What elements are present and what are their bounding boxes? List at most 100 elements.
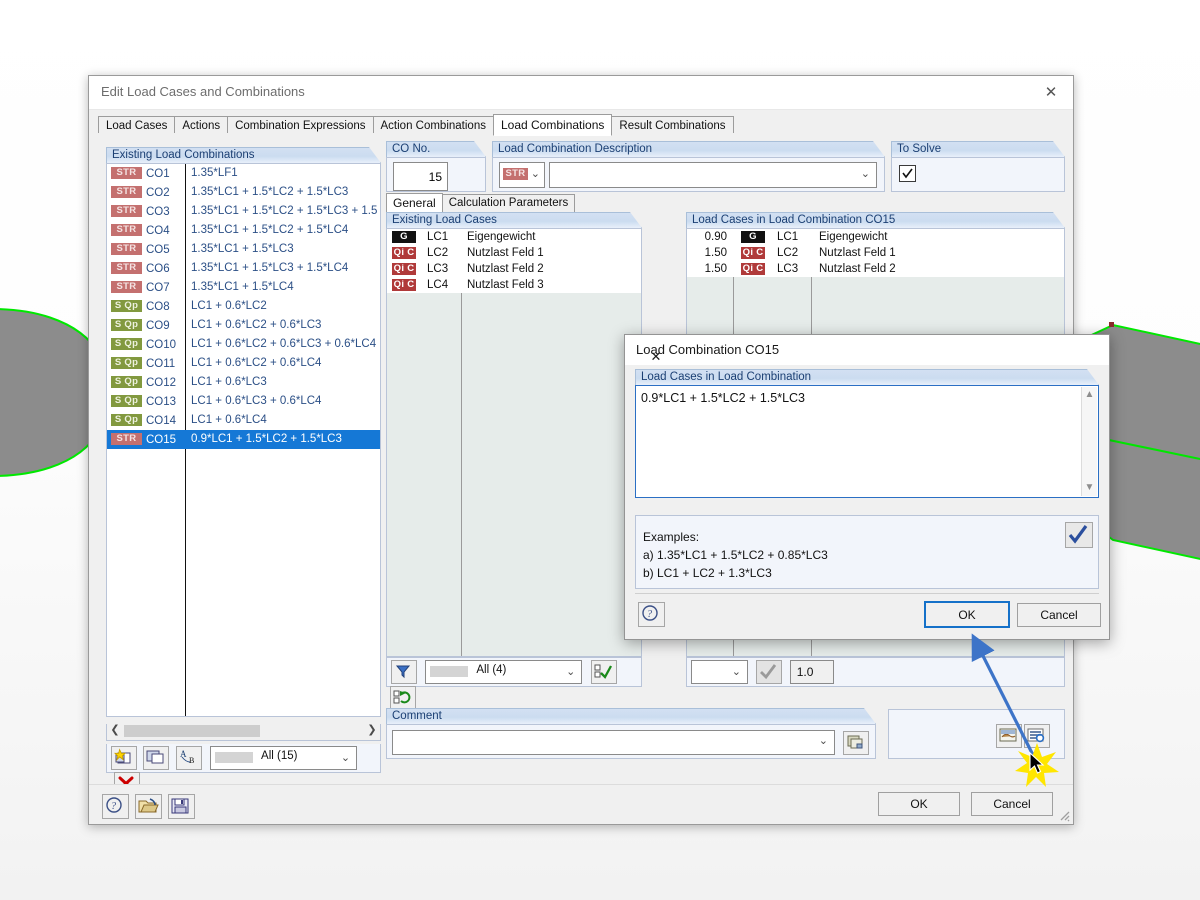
load-combinations-list[interactable]: STRCO11.35*LF1STRCO21.35*LC1 + 1.5*LC2 +…	[106, 163, 381, 717]
save-icon[interactable]	[168, 794, 195, 819]
combination-expression: LC1 + 0.6*LC3	[191, 373, 267, 392]
load-combination-row[interactable]: STRCO41.35*LC1 + 1.5*LC2 + 1.5*LC4	[107, 221, 380, 240]
chevron-down-icon[interactable]: ▼	[1082, 481, 1097, 495]
load-case-row[interactable]: Qi CLC3Nutzlast Feld 2	[387, 261, 641, 277]
ok-button[interactable]: OK	[878, 792, 960, 816]
new-combination-icon[interactable]	[111, 746, 137, 770]
modal-cancel-button[interactable]: Cancel	[1017, 603, 1101, 627]
load-combination-row[interactable]: S QpCO13LC1 + 0.6*LC3 + 0.6*LC4	[107, 392, 380, 411]
factor-value[interactable]: 1.0	[790, 660, 834, 684]
apply-check-icon[interactable]	[1065, 522, 1093, 548]
load-combination-row[interactable]: STRCO150.9*LC1 + 1.5*LC2 + 1.5*LC3	[107, 430, 380, 449]
chevron-down-icon[interactable]: ⌄	[341, 751, 350, 764]
load-combination-row[interactable]: S QpCO9LC1 + 0.6*LC2 + 0.6*LC3	[107, 316, 380, 335]
load-combination-row[interactable]: S QpCO14LC1 + 0.6*LC4	[107, 411, 380, 430]
load-case-name: LC2	[777, 245, 798, 261]
pick-comment-icon[interactable]	[843, 731, 869, 755]
load-combination-row[interactable]: STRCO31.35*LC1 + 1.5*LC2 + 1.5*LC3 + 1.5	[107, 202, 380, 221]
tab-general[interactable]: General	[386, 193, 443, 212]
load-case-row[interactable]: Qi CLC4Nutzlast Feld 3	[387, 277, 641, 293]
load-combination-row[interactable]: S QpCO8LC1 + 0.6*LC2	[107, 297, 380, 316]
load-case-description: Nutzlast Feld 2	[819, 261, 896, 277]
check-icon[interactable]	[756, 660, 782, 684]
hscrollbar-thumb[interactable]	[124, 725, 260, 737]
combination-filter-select[interactable]: All (15) ⌄	[210, 746, 357, 770]
examples-label: Examples:	[643, 530, 699, 544]
open-folder-icon[interactable]	[135, 794, 162, 819]
description-input[interactable]: ⌄	[549, 162, 877, 188]
design-situation-select[interactable]: STR ⌄	[499, 162, 545, 188]
cancel-button[interactable]: Cancel	[971, 792, 1053, 816]
chevron-down-icon[interactable]: ⌄	[566, 665, 575, 678]
load-case-row[interactable]: GLC1Eigengewicht	[387, 229, 641, 245]
close-icon[interactable]: ✕	[1029, 76, 1073, 108]
load-combination-row[interactable]: STRCO61.35*LC1 + 1.5*LC3 + 1.5*LC4	[107, 259, 380, 278]
expression-value: 0.9*LC1 + 1.5*LC2 + 1.5*LC3	[641, 391, 805, 405]
help-icon[interactable]: ?	[638, 602, 665, 627]
modal-ok-button[interactable]: OK	[924, 601, 1010, 628]
svg-text:B: B	[189, 756, 194, 765]
load-combinations-toolbar: AB All (15) ⌄	[106, 744, 381, 773]
combination-expression: 1.35*LC1 + 1.5*LC2 + 1.5*LC3 + 1.5	[191, 202, 377, 221]
rename-icon[interactable]: AB	[176, 746, 202, 770]
load-combination-row[interactable]: STRCO11.35*LF1	[107, 164, 380, 183]
window-footer: ? OK Cancel	[89, 784, 1073, 824]
combination-name: CO11	[146, 355, 175, 374]
combination-name: CO14	[146, 412, 176, 431]
chevron-down-icon[interactable]: ⌄	[531, 167, 540, 180]
combination-rule-select[interactable]: ⌄	[691, 660, 748, 684]
chevron-down-icon[interactable]: ⌄	[861, 167, 870, 180]
combination-expression: LC1 + 0.6*LC2 + 0.6*LC3	[191, 316, 321, 335]
combination-expression: 1.35*LC1 + 1.5*LC3	[191, 240, 294, 259]
modal-group-header: Load Cases in Load Combination	[635, 369, 1099, 385]
close-icon[interactable]: ✕	[636, 342, 676, 371]
window-title: Edit Load Cases and Combinations	[101, 84, 305, 99]
chevron-down-icon[interactable]: ⌄	[819, 734, 828, 747]
copy-combination-icon[interactable]	[143, 746, 169, 770]
combination-load-case-row[interactable]: 1.50Qi CLC3Nutzlast Feld 2	[687, 261, 1064, 277]
svg-text:?: ?	[111, 801, 116, 812]
mouse-cursor	[1029, 752, 1045, 774]
chevron-down-icon[interactable]: ⌄	[732, 665, 741, 678]
load-combination-row[interactable]: S QpCO10LC1 + 0.6*LC2 + 0.6*LC3 + 0.6*LC…	[107, 335, 380, 354]
to-solve-group: To Solve	[891, 141, 1065, 192]
load-case-name: LC1	[427, 229, 448, 245]
expression-textarea[interactable]: 0.9*LC1 + 1.5*LC2 + 1.5*LC3 ▲ ▼	[635, 385, 1099, 498]
tab-load-combinations[interactable]: Load Combinations	[493, 114, 612, 136]
to-solve-checkbox[interactable]	[899, 165, 916, 182]
combination-type-badge: S Qp	[111, 376, 142, 388]
combination-name: CO13	[146, 393, 176, 412]
combination-name: CO7	[146, 279, 170, 298]
expression-scrollbar[interactable]: ▲ ▼	[1081, 387, 1097, 496]
chevron-up-icon[interactable]: ▲	[1082, 388, 1097, 402]
load-combination-row[interactable]: S QpCO11LC1 + 0.6*LC2 + 0.6*LC4	[107, 354, 380, 373]
load-combinations-hscrollbar[interactable]: ❮ ❯	[106, 724, 381, 741]
load-case-badge: G	[741, 231, 765, 243]
resize-grip[interactable]	[1057, 808, 1071, 822]
select-all-icon[interactable]	[591, 660, 617, 684]
combination-load-case-row[interactable]: 1.50Qi CLC2Nutzlast Feld 1	[687, 245, 1064, 261]
combination-name: CO15	[146, 431, 176, 450]
load-combination-row[interactable]: STRCO51.35*LC1 + 1.5*LC3	[107, 240, 380, 259]
existing-load-cases-list[interactable]: GLC1EigengewichtQi CLC2Nutzlast Feld 1Qi…	[386, 228, 642, 657]
load-combination-row[interactable]: STRCO21.35*LC1 + 1.5*LC2 + 1.5*LC3	[107, 183, 380, 202]
load-factor: 0.90	[687, 229, 727, 245]
tab-calculation-parameters[interactable]: Calculation Parameters	[442, 194, 576, 212]
combination-load-case-row[interactable]: 0.90GLC1Eigengewicht	[687, 229, 1064, 245]
help-icon[interactable]: ?	[102, 794, 129, 819]
load-combination-row[interactable]: STRCO71.35*LC1 + 1.5*LC4	[107, 278, 380, 297]
modal-titlebar: Load Combination CO15 ✕	[625, 335, 1109, 365]
load-case-filter-select[interactable]: All (4) ⌄	[425, 660, 582, 684]
combination-type-badge: STR	[111, 262, 142, 274]
funnel-icon[interactable]	[391, 660, 417, 684]
refresh-selection-icon[interactable]	[390, 686, 416, 710]
to-solve-header: To Solve	[891, 141, 1065, 157]
load-case-row[interactable]: Qi CLC2Nutzlast Feld 1	[387, 245, 641, 261]
combination-type-badge: S Qp	[111, 338, 142, 350]
chevron-right-icon[interactable]: ❯	[364, 724, 380, 738]
chevron-left-icon[interactable]: ❮	[107, 724, 123, 738]
combination-name: CO6	[146, 260, 170, 279]
co-no-input[interactable]	[393, 162, 448, 191]
comment-input[interactable]: ⌄	[392, 730, 835, 755]
load-combination-row[interactable]: S QpCO12LC1 + 0.6*LC3	[107, 373, 380, 392]
